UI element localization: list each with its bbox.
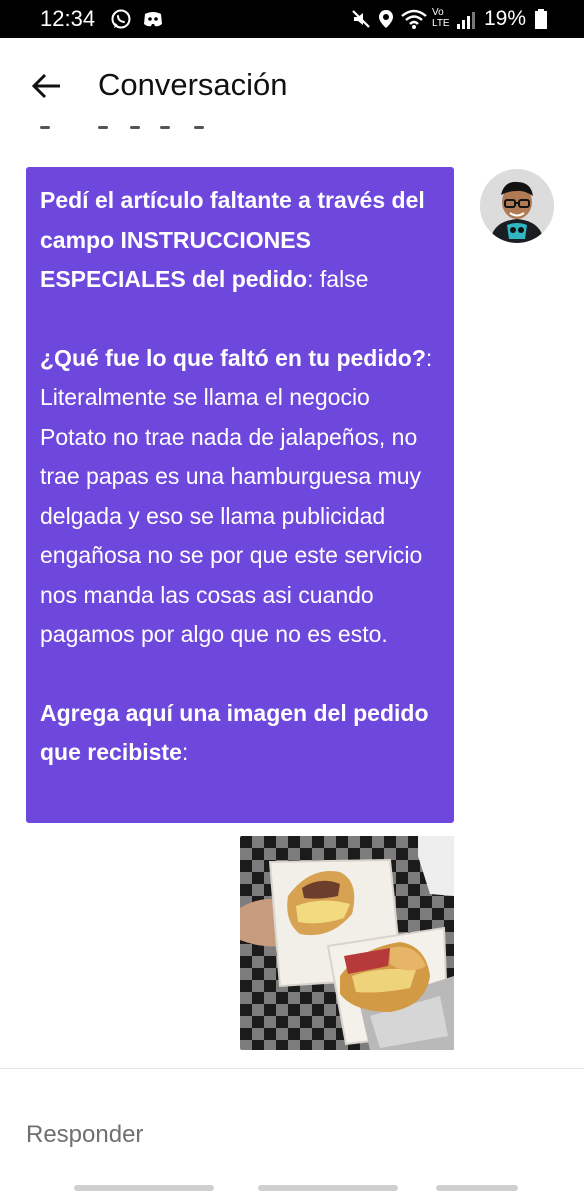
volte-label-bottom: LTE <box>432 18 450 29</box>
question-2: ¿Qué fue lo que faltó en tu pedido? <box>40 344 426 371</box>
avatar[interactable] <box>480 169 554 243</box>
answer-3: : <box>181 739 189 765</box>
message-bubble: Pedí el artículo faltante a través del c… <box>26 167 454 823</box>
status-time: 12:34 <box>40 6 96 31</box>
arrow-left-icon[interactable] <box>26 66 66 106</box>
message-paragraph-1: Pedí el artículo faltante a través del c… <box>40 181 442 300</box>
clipped-previous-message <box>36 120 206 132</box>
question-3: Agrega aquí una imagen del pedido que re… <box>40 699 429 766</box>
status-bar: 12:34 Vo LTE 19% <box>0 0 584 38</box>
reply-input[interactable]: Responder <box>26 1120 143 1150</box>
nav-hint-center[interactable] <box>258 1185 398 1191</box>
app-bar: Conversación <box>0 38 584 130</box>
page-title: Conversación <box>98 67 288 102</box>
volte-label-top: Vo <box>432 7 444 18</box>
whatsapp-icon <box>111 9 131 29</box>
battery-percent: 19% <box>484 7 527 30</box>
nav-hint-right[interactable] <box>436 1185 518 1191</box>
battery-icon <box>535 9 547 29</box>
message-paragraph-2: ¿Qué fue lo que faltó en tu pedido?: Lit… <box>40 339 442 655</box>
gesture-navigation-bar <box>0 1176 584 1200</box>
composer-divider <box>0 1068 584 1069</box>
answer-1: : false <box>307 266 369 292</box>
nav-hint-left[interactable] <box>74 1185 214 1191</box>
answer-2: : Literalmente se llama el negocio Potat… <box>40 344 433 648</box>
discord-icon <box>144 12 162 27</box>
mute-icon <box>352 10 370 28</box>
signal-icon <box>457 12 475 29</box>
wifi-icon <box>401 9 427 29</box>
volte-icon: Vo LTE <box>432 7 454 31</box>
location-icon <box>379 10 393 28</box>
message-paragraph-3: Agrega aquí una imagen del pedido que re… <box>40 694 442 773</box>
attached-order-photo[interactable] <box>240 836 454 1050</box>
